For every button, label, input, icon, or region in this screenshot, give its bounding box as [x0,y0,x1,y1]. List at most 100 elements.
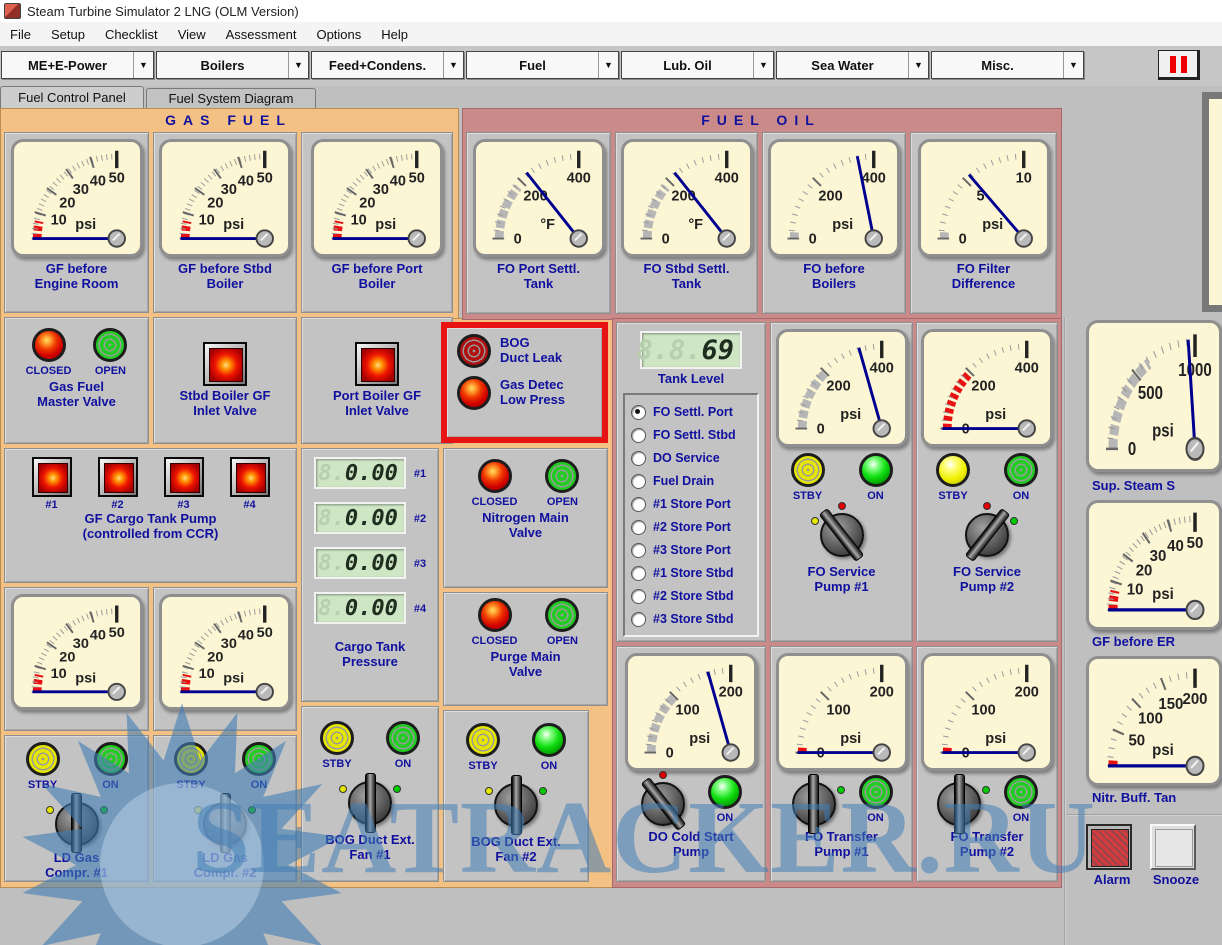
fo-service-1-switch[interactable] [819,512,865,558]
toolbar-dropdown-boilers[interactable]: Boilers▼ [156,51,309,79]
pause-button[interactable] [1158,50,1200,80]
knob-handle[interactable] [220,793,231,853]
radio-button[interactable] [631,589,646,604]
stbd-gf-inlet-valve-button[interactable] [203,342,247,386]
fo-service-2-switch[interactable] [964,512,1010,558]
fo-port-settl-gauge: 0200400°F [473,139,605,257]
bog-duct-ext-fan-2-cell: STBY ON BOG Duct Ext. Fan #2 [443,710,589,882]
menu-item-checklist[interactable]: Checklist [95,24,168,45]
radio-button[interactable] [631,474,646,489]
on-lamp [708,775,742,809]
svg-text:400: 400 [1015,361,1039,377]
chevron-down-icon[interactable]: ▼ [908,52,928,78]
port-gf-inlet-valve-button[interactable] [355,342,399,386]
bog-fan-2-switch[interactable] [493,782,539,828]
pump-label: LD Gas Compr. #1 [35,851,119,881]
radio-label: #3 Store Port [653,543,731,557]
toolbar-dropdown-label: ME+E-Power [2,52,133,78]
menu-item-options[interactable]: Options [306,24,371,45]
tank-level-option[interactable]: #2 Store Port [631,516,757,539]
fo-transfer-pump-2-cell: 0100200psi ON FO Transfer Pump #2 [916,646,1058,882]
radio-button[interactable] [631,543,646,558]
gf-before-stbd-boiler-cell: 1020304050psi GF before Stbd Boiler [153,132,297,313]
alarm-button[interactable] [1086,824,1132,870]
app-icon [4,3,21,19]
bog-fan-1-switch[interactable] [347,780,393,826]
chevron-down-icon[interactable]: ▼ [443,52,463,78]
radio-button[interactable] [631,428,646,443]
yellow-position-dot [46,806,54,814]
gauge-label: Nitr. Buff. Tan [1092,790,1222,805]
cargo-pressure-row: 8.0.00#1 [314,457,426,489]
chevron-down-icon[interactable]: ▼ [1063,52,1083,78]
svg-text:10: 10 [1015,171,1031,187]
do-cold-start-switch[interactable] [640,781,686,827]
svg-text:psi: psi [223,670,244,686]
pause-icon [1181,56,1187,73]
radio-button[interactable] [631,566,646,581]
tank-level-option[interactable]: #2 Store Stbd [631,585,757,608]
tank-level-option[interactable]: #3 Store Stbd [631,608,757,631]
cargo-pump-2-button[interactable] [98,457,138,497]
ld-compr-1-switch[interactable] [54,801,100,844]
cargo-pump-4-button[interactable] [230,457,270,497]
toolbar-dropdown-feed-condens-[interactable]: Feed+Condens.▼ [311,51,464,79]
radio-button[interactable] [631,405,646,420]
chevron-down-icon[interactable]: ▼ [753,52,773,78]
knob-handle[interactable] [511,775,522,835]
toolbar-dropdown-sea-water[interactable]: Sea Water▼ [776,51,929,79]
chevron-down-icon[interactable]: ▼ [598,52,618,78]
cargo-pump-3-button[interactable] [164,457,204,497]
radio-button[interactable] [631,451,646,466]
pause-icon [1170,56,1176,73]
menu-item-setup[interactable]: Setup [41,24,95,45]
fo-filter-difference-cell: 0510psi FO Filter Difference [910,132,1057,314]
radio-button[interactable] [631,520,646,535]
toolbar-dropdown-fuel[interactable]: Fuel▼ [466,51,619,79]
fo-transfer-1-switch[interactable] [791,781,837,827]
cargo-pressure-row: 8.0.00#4 [314,592,426,624]
svg-text:200: 200 [719,685,743,701]
svg-text:10: 10 [199,666,215,682]
ld-compr-2-switch[interactable] [202,801,248,844]
tank-level-option[interactable]: FO Settl. Port [631,401,757,424]
toolbar-dropdown-misc-[interactable]: Misc.▼ [931,51,1084,79]
gf-before-engine-room-gauge: 1020304050psi [11,139,143,257]
tank-level-option[interactable]: #3 Store Port [631,539,757,562]
knob-handle[interactable] [365,773,376,833]
chevron-down-icon[interactable]: ▼ [288,52,308,78]
knob-handle[interactable] [71,793,82,853]
chevron-down-icon[interactable]: ▼ [133,52,153,78]
svg-text:psi: psi [832,217,853,233]
tank-level-option[interactable]: #1 Store Port [631,493,757,516]
tab-fuel-control-panel[interactable]: Fuel Control Panel [0,86,144,108]
pump-label: DO Cold Start Pump [639,830,743,860]
tank-level-option[interactable]: #1 Store Stbd [631,562,757,585]
svg-text:0: 0 [1128,439,1136,460]
on-lamp [1004,453,1038,487]
svg-text:°F: °F [688,217,703,233]
cargo-pump-1-button[interactable] [32,457,72,497]
radio-button[interactable] [631,612,646,627]
toolbar-dropdown-lub-oil[interactable]: Lub. Oil▼ [621,51,774,79]
knob-handle[interactable] [808,774,819,834]
tank-level-option[interactable]: Fuel Drain [631,470,757,493]
closed-lamp [478,598,512,632]
menu-item-file[interactable]: File [0,24,41,45]
fo-transfer-2-switch[interactable] [936,781,982,827]
svg-text:40: 40 [1167,538,1184,556]
tank-level-option[interactable]: DO Service [631,447,757,470]
gauge-label: GF before ER [1092,634,1222,649]
stby-lamp [320,721,354,755]
on-lamp [532,723,566,757]
tab-fuel-system-diagram[interactable]: Fuel System Diagram [146,88,316,108]
toolbar-dropdown-me-e-power[interactable]: ME+E-Power▼ [1,51,154,79]
menu-item-view[interactable]: View [168,24,216,45]
knob-handle[interactable] [954,774,965,834]
menu-item-assessment[interactable]: Assessment [216,24,307,45]
toolbar-dropdown-label: Sea Water [777,52,908,78]
menu-item-help[interactable]: Help [371,24,418,45]
snooze-button[interactable] [1150,824,1196,870]
radio-button[interactable] [631,497,646,512]
tank-level-option[interactable]: FO Settl. Stbd [631,424,757,447]
